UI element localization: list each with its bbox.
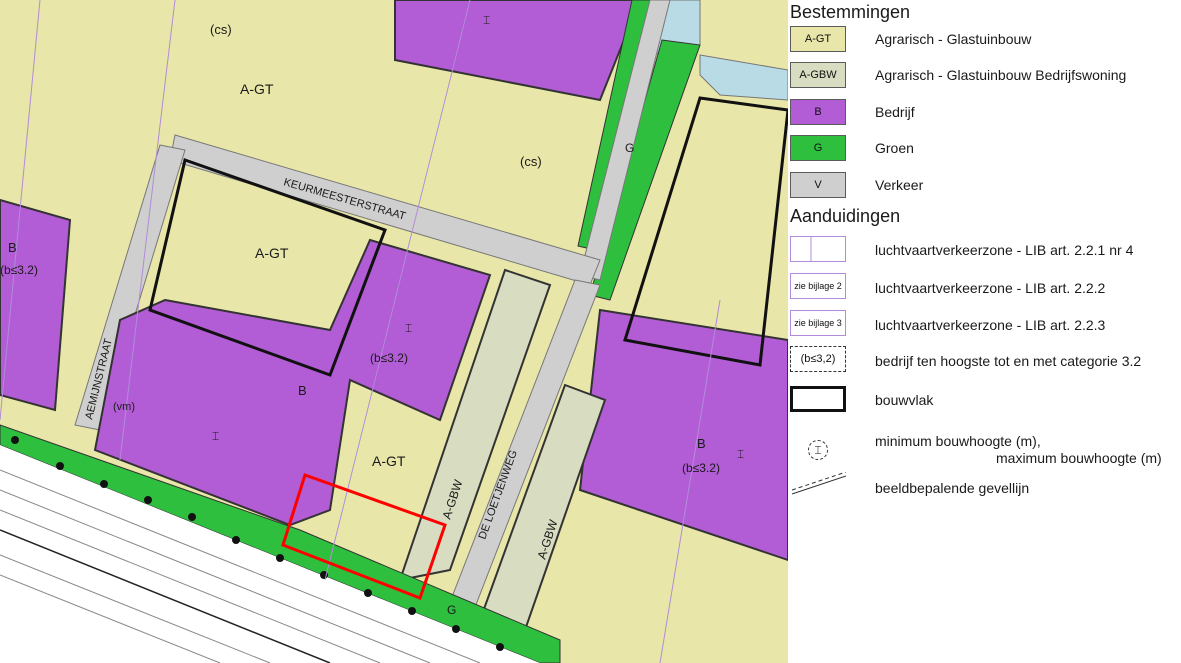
gevellijn-icon <box>791 472 846 495</box>
legend-label-b: Bedrijf <box>875 104 915 120</box>
label-b-west-cat: (b≤3.2) <box>0 263 38 277</box>
legend-heading-aanduidingen: Aanduidingen <box>790 206 901 226</box>
luchtvaart-line-icon <box>810 237 812 261</box>
legend-label-luchtvaart-2: luchtvaartverkeerzone - LIB art. 2.2.2 <box>875 280 1106 296</box>
legend-label-g: Groen <box>875 140 914 156</box>
swatch-gevellijn <box>790 472 846 498</box>
swatch-agbw: A-GBW <box>790 62 846 88</box>
zoning-map: A-GT A-GT A-GT (cs) (cs) B (b≤3.2) B (b≤… <box>0 0 788 663</box>
legend-panel: Bestemmingen A-GT Agrarisch - Glastuinbo… <box>788 0 1181 663</box>
legend-label-bedrijf-cat: bedrijf ten hoogste tot en met categorie… <box>875 353 1142 369</box>
swatch-luchtvaart-2: zie bijlage 2 <box>790 273 846 299</box>
swatch-luchtvaart-1 <box>790 236 846 262</box>
label-cs-1: (cs) <box>210 22 232 37</box>
legend-label-v: Verkeer <box>875 177 924 193</box>
height-icon-3: ⌶ <box>212 429 219 443</box>
swatch-g: G <box>790 135 846 161</box>
legend-label-luchtvaart-3: luchtvaartverkeerzone - LIB art. 2.2.3 <box>875 317 1106 333</box>
swatch-b: B <box>790 99 846 125</box>
legend-label-agbw: Agrarisch - Glastuinbouw Bedrijfswoning <box>875 67 1127 83</box>
label-agt-1: A-GT <box>240 81 274 97</box>
label-agt-2: A-GT <box>255 245 289 261</box>
height-icon-4: ⌶ <box>737 447 744 461</box>
label-b-center: B <box>298 383 307 398</box>
legend-heading-bestemmingen: Bestemmingen <box>790 2 911 22</box>
legend-label-bouwhoogte-min: minimum bouwhoogte (m), <box>875 433 1041 449</box>
swatch-agt: A-GT <box>790 26 846 52</box>
label-b-west: B <box>8 240 17 255</box>
height-icon-1: ⌶ <box>483 13 490 27</box>
label-b-center-cat: (b≤3.2) <box>370 351 408 365</box>
height-icon-2: ⌶ <box>405 321 412 335</box>
swatch-v: V <box>790 172 846 198</box>
swatch-luchtvaart-3: zie bijlage 3 <box>790 310 846 336</box>
label-vm: (vm) <box>113 401 135 413</box>
swatch-bouwvlak <box>790 386 846 412</box>
legend-label-luchtvaart-1: luchtvaartverkeerzone - LIB art. 2.2.1 n… <box>875 242 1134 258</box>
label-cs-2: (cs) <box>520 154 542 169</box>
legend-label-bouwhoogte-max: maximum bouwhoogte (m) <box>996 450 1162 466</box>
swatch-bedrijf-cat: (b≤3,2) <box>790 346 846 372</box>
map-canvas[interactable]: A-GT A-GT A-GT (cs) (cs) B (b≤3.2) B (b≤… <box>0 0 788 663</box>
legend-label-gevellijn: beeldbepalende gevellijn <box>875 480 1030 496</box>
label-groen-2: G <box>447 603 456 617</box>
legend-label-bouwvlak: bouwvlak <box>875 392 934 408</box>
swatch-bouwhoogte: ⌶ <box>790 437 846 463</box>
legend-label-agt: Agrarisch - Glastuinbouw <box>875 31 1032 47</box>
label-b-east: B <box>697 436 706 451</box>
height-circle-icon: ⌶ <box>808 440 828 460</box>
label-groen-1: G <box>625 141 634 155</box>
label-b-east-cat: (b≤3.2) <box>682 461 720 475</box>
label-agt-3: A-GT <box>372 453 406 469</box>
